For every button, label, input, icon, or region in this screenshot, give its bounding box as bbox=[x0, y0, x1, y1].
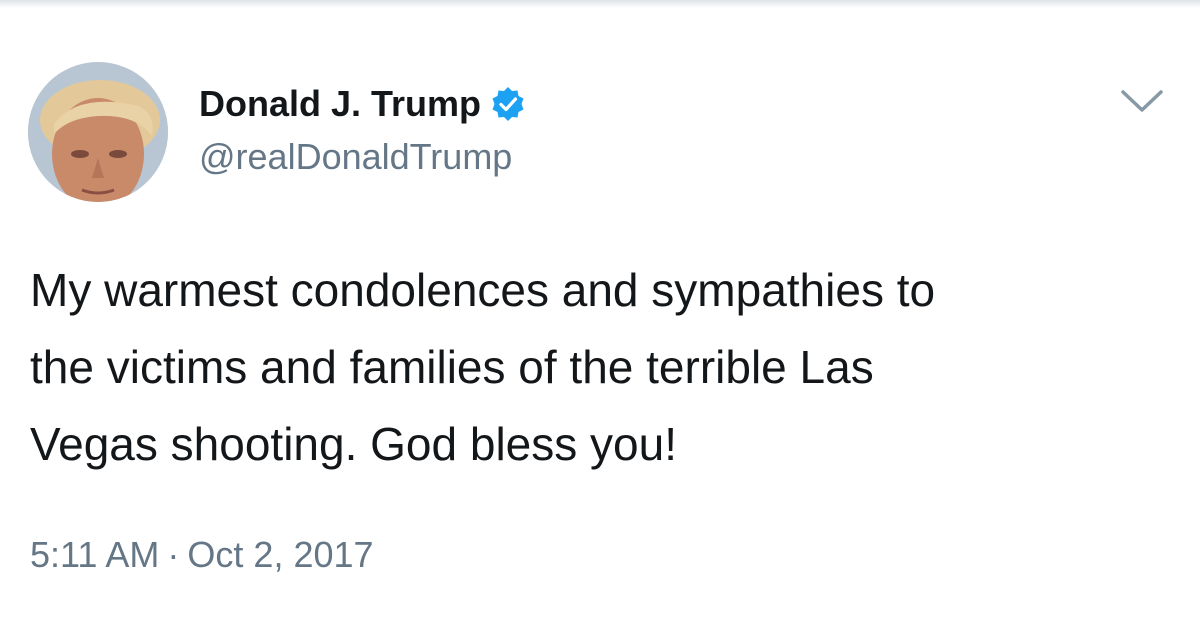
tweet-text: My warmest condolences and sympathies to… bbox=[30, 252, 1160, 483]
verified-badge-icon bbox=[490, 86, 526, 122]
author-row: Donald J. Trump bbox=[199, 82, 526, 126]
avatar[interactable] bbox=[28, 62, 168, 202]
tweet-line: Vegas shooting. God bless you! bbox=[30, 418, 677, 470]
author-handle[interactable]: @realDonaldTrump bbox=[199, 136, 512, 178]
top-divider bbox=[0, 0, 1200, 8]
tweet-date: Oct 2, 2017 bbox=[187, 534, 374, 575]
tweet-time: 5:11 AM bbox=[30, 534, 160, 575]
timestamp[interactable]: 5:11 AM · Oct 2, 2017 bbox=[30, 534, 374, 576]
chevron-down-icon[interactable] bbox=[1119, 86, 1165, 116]
tweet-card: Donald J. Trump @realDonaldTrump My warm… bbox=[0, 0, 1200, 624]
display-name[interactable]: Donald J. Trump bbox=[199, 83, 481, 125]
meta-separator: · bbox=[167, 534, 180, 575]
tweet-line: the victims and families of the terrible… bbox=[30, 341, 874, 393]
tweet-line: My warmest condolences and sympathies to bbox=[30, 264, 936, 316]
